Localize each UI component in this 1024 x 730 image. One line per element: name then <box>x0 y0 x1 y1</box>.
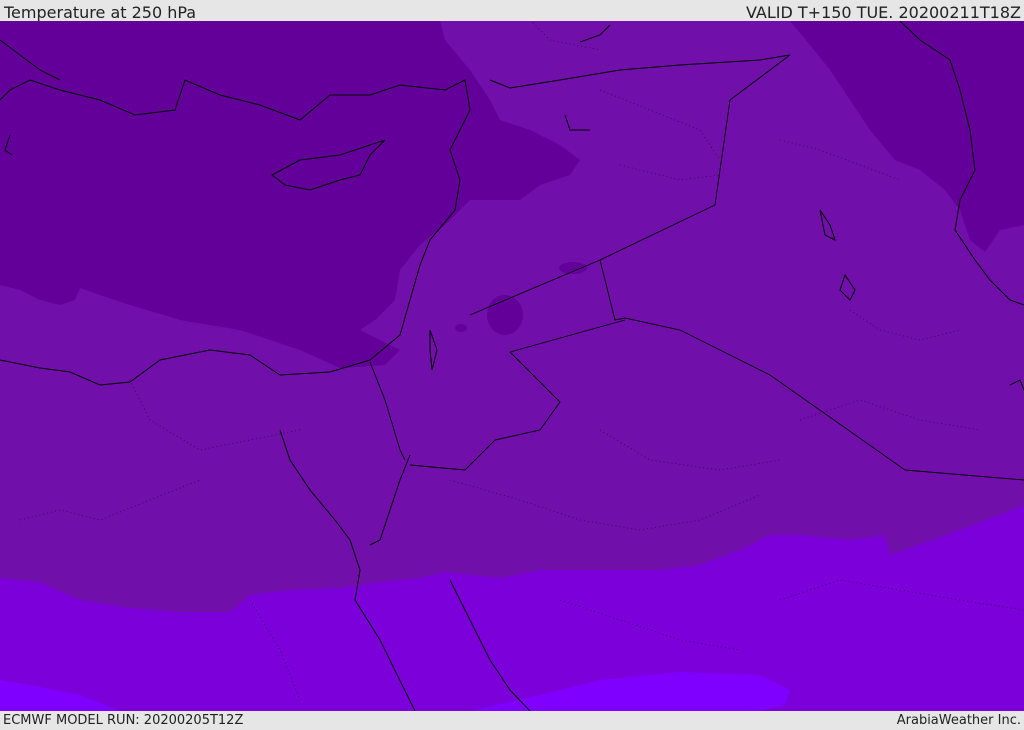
footer-bar: ECMWF MODEL RUN: 20200205T12Z ArabiaWeat… <box>0 711 1024 729</box>
header-bar: Temperature at 250 hPa VALID T+150 TUE. … <box>0 0 1024 22</box>
temp-patch-jordan <box>487 295 523 335</box>
brand-label: ArabiaWeather Inc. <box>896 713 1021 728</box>
temp-patch-small <box>455 324 467 332</box>
valid-time: VALID T+150 TUE. 20200211T18Z <box>745 3 1021 22</box>
temperature-map[interactable] <box>0 21 1024 711</box>
model-run-label: ECMWF MODEL RUN: 20200205T12Z <box>3 713 244 728</box>
map-title: Temperature at 250 hPa <box>4 3 197 22</box>
temp-patch-syria <box>559 262 587 274</box>
